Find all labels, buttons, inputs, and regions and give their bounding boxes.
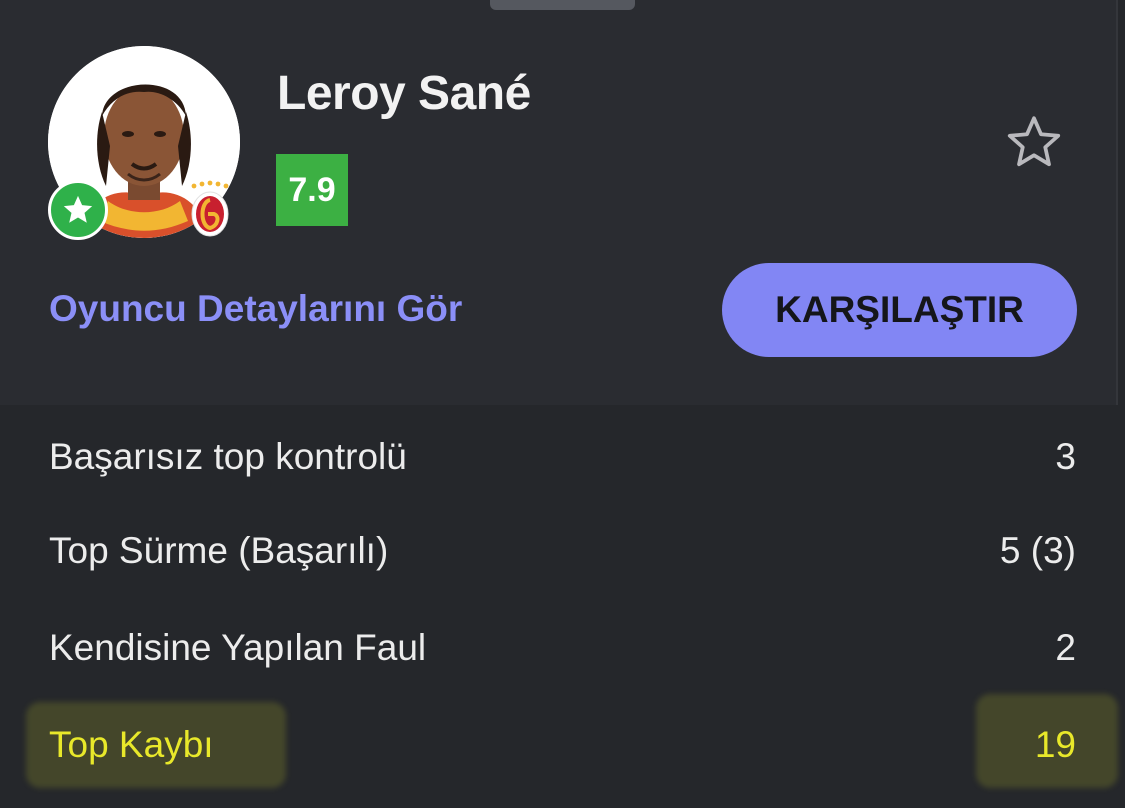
stat-value: 3 <box>1055 436 1076 477</box>
stat-row-highlighted: Top Kaybı 19 <box>0 700 1125 790</box>
player-sheet: Leroy Sané 7.9 Oyuncu Detaylarını Gör KA… <box>0 0 1125 808</box>
sheet-grabber[interactable] <box>490 0 635 10</box>
player-header-card: Leroy Sané 7.9 Oyuncu Detaylarını Gör KA… <box>0 0 1118 405</box>
stat-label: Top Kaybı <box>49 724 214 765</box>
star-outline-icon[interactable] <box>1003 112 1065 172</box>
rating-badge: 7.9 <box>276 154 348 226</box>
stat-label: Top Sürme (Başarılı) <box>49 530 389 571</box>
stat-value: 19 <box>1034 724 1076 765</box>
galatasaray-crest-icon <box>188 180 232 238</box>
stat-value: 2 <box>1055 627 1076 668</box>
star-icon <box>48 180 108 240</box>
stat-row: Başarısız top kontrolü 3 <box>0 412 1125 502</box>
stat-label: Başarısız top kontrolü <box>49 436 407 477</box>
stat-row: Kendisine Yapılan Faul 2 <box>0 603 1125 693</box>
player-name: Leroy Sané <box>277 67 531 120</box>
stat-label: Kendisine Yapılan Faul <box>49 627 427 668</box>
stat-row: Top Sürme (Başarılı) 5 (3) <box>0 506 1125 596</box>
compare-button[interactable]: KARŞILAŞTIR <box>722 263 1077 357</box>
player-details-link[interactable]: Oyuncu Detaylarını Gör <box>49 288 462 330</box>
stat-value: 5 (3) <box>999 530 1076 571</box>
